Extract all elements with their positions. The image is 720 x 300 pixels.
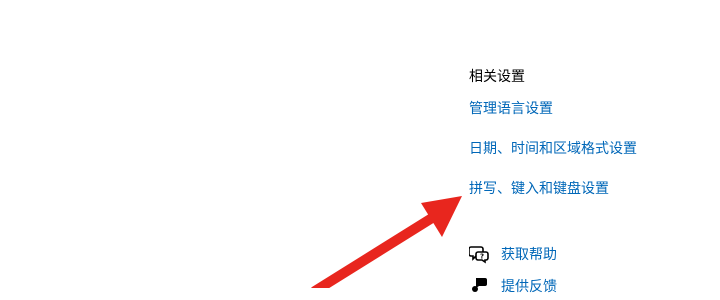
get-help-row[interactable]: ? 获取帮助 (468, 244, 557, 264)
related-settings-title: 相关设置 (469, 69, 525, 85)
spelling-typing-keyboard-settings-link[interactable]: 拼写、键入和键盘设置 (469, 178, 609, 198)
chat-help-icon: ? (468, 244, 489, 264)
feedback-row[interactable]: 提供反馈 (469, 276, 557, 296)
date-time-region-settings-link[interactable]: 日期、时间和区域格式设置 (469, 138, 637, 158)
feedback-link[interactable]: 提供反馈 (501, 276, 557, 296)
svg-text:?: ? (480, 253, 484, 261)
manage-language-settings-link[interactable]: 管理语言设置 (469, 98, 553, 118)
feedback-icon (469, 276, 489, 296)
get-help-link[interactable]: 获取帮助 (501, 244, 557, 264)
